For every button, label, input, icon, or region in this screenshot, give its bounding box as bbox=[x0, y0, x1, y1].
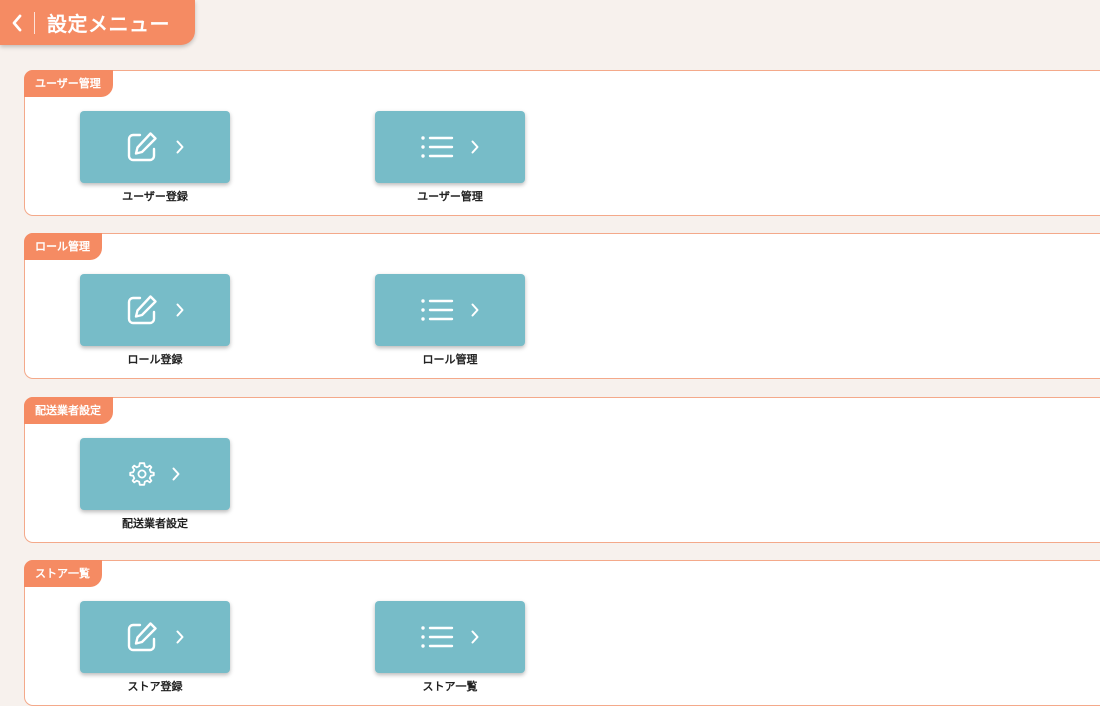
chevron-right-icon bbox=[471, 303, 479, 317]
tile-label: ロール登録 bbox=[127, 353, 183, 366]
back-button[interactable] bbox=[0, 0, 34, 45]
chevron-right-icon bbox=[176, 303, 184, 317]
edit-icon bbox=[127, 132, 157, 162]
chevron-right-icon bbox=[176, 630, 184, 644]
edit-icon bbox=[127, 622, 157, 652]
tile-label: ストア登録 bbox=[127, 680, 183, 693]
user-register-button[interactable] bbox=[80, 111, 230, 183]
tile-user-management: ユーザー管理 bbox=[375, 111, 525, 204]
tile-label: ストア一覧 bbox=[422, 680, 478, 693]
tile-label: 配送業者設定 bbox=[122, 517, 188, 530]
tile-role-register: ロール登録 bbox=[80, 274, 230, 367]
page-title: 設定メニュー bbox=[47, 12, 170, 36]
section-label: ロール管理 bbox=[24, 233, 102, 260]
store-register-button[interactable] bbox=[80, 601, 230, 673]
tile-role-management: ロール管理 bbox=[375, 274, 525, 367]
chevron-right-icon bbox=[471, 140, 479, 154]
list-icon bbox=[421, 136, 454, 158]
section-label: 配送業者設定 bbox=[24, 397, 113, 424]
tile-store-register: ストア登録 bbox=[80, 601, 230, 694]
page-header: 設定メニュー bbox=[0, 0, 195, 45]
delivery-settings-button[interactable] bbox=[80, 438, 230, 510]
role-register-button[interactable] bbox=[80, 274, 230, 346]
gear-icon bbox=[129, 462, 155, 486]
tile-store-list: ストア一覧 bbox=[375, 601, 525, 694]
role-management-button[interactable] bbox=[375, 274, 525, 346]
user-management-button[interactable] bbox=[375, 111, 525, 183]
section-user-management: ユーザー管理 ユーザー登録 ユーザー管理 bbox=[24, 70, 1100, 216]
section-role-management: ロール管理 ロール登録 ロール管理 bbox=[24, 233, 1100, 379]
edit-icon bbox=[127, 295, 157, 325]
header-divider bbox=[34, 11, 35, 34]
tile-label: ユーザー登録 bbox=[122, 190, 188, 203]
chevron-right-icon bbox=[471, 630, 479, 644]
section-label: ストア一覧 bbox=[24, 560, 102, 587]
chevron-left-icon bbox=[12, 14, 22, 31]
tile-delivery-settings: 配送業者設定 bbox=[80, 438, 230, 531]
section-label: ユーザー管理 bbox=[24, 70, 113, 97]
tile-label: ユーザー管理 bbox=[417, 190, 483, 203]
store-list-button[interactable] bbox=[375, 601, 525, 673]
tile-user-register: ユーザー登録 bbox=[80, 111, 230, 204]
list-icon bbox=[421, 299, 454, 321]
list-icon bbox=[421, 626, 454, 648]
chevron-right-icon bbox=[176, 140, 184, 154]
section-store-list: ストア一覧 ストア登録 ストア一覧 bbox=[24, 560, 1100, 706]
section-delivery-settings: 配送業者設定 配送業者設定 bbox=[24, 397, 1100, 543]
chevron-right-icon bbox=[172, 467, 180, 481]
tile-label: ロール管理 bbox=[422, 353, 478, 366]
